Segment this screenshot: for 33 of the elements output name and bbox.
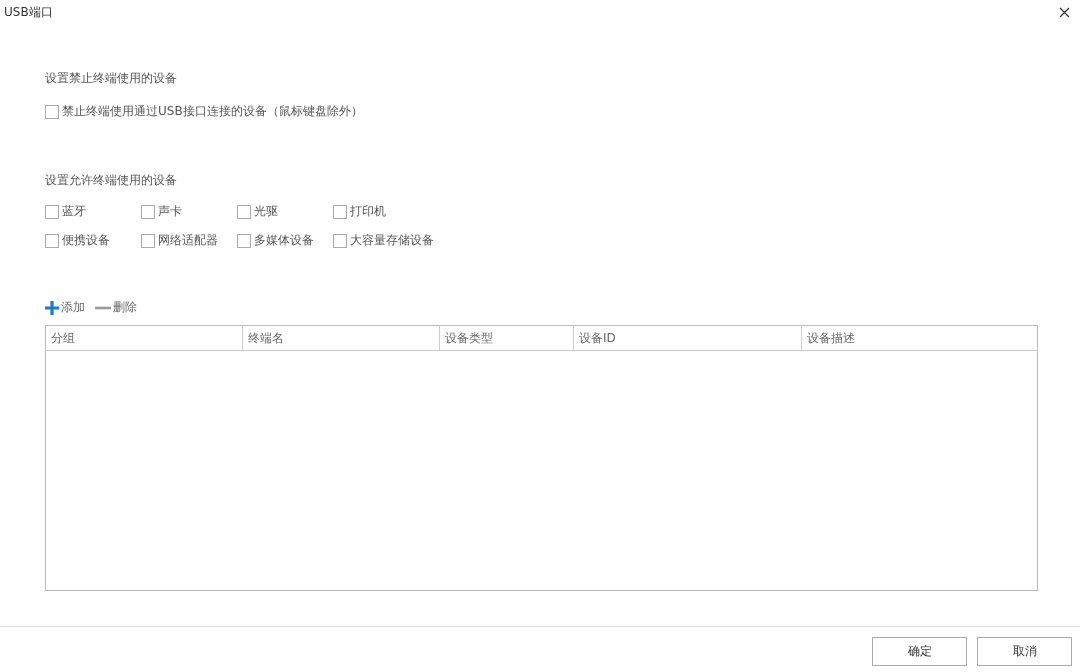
checkbox[interactable] [45,204,59,219]
window-title: USB端口 [4,3,53,21]
checkbox-label: 光驱 [254,203,278,220]
checkbox-label: 便携设备 [62,232,110,249]
add-button[interactable]: 添加 [45,299,85,316]
checkbox[interactable] [333,204,347,219]
checkbox[interactable] [141,204,155,219]
checkbox-label: 多媒体设备 [254,232,314,249]
checkbox-label: 打印机 [350,203,386,220]
checkbox-label: 禁止终端使用通过USB接口连接的设备（鼠标键盘除外） [62,103,363,120]
checkbox[interactable] [141,233,155,248]
checkbox[interactable] [45,104,59,119]
checkbox[interactable] [45,233,59,248]
column-header[interactable]: 终端名 [242,325,440,351]
ok-button[interactable]: 确定 [872,637,967,666]
minus-icon [95,305,111,310]
section-heading: 设置禁止终端使用的设备 [45,70,177,87]
section-heading: 设置允许终端使用的设备 [45,172,177,189]
checkbox[interactable] [333,233,347,248]
close-icon[interactable] [1059,6,1070,18]
checkbox[interactable] [237,204,251,219]
plus-icon [45,300,59,315]
column-header[interactable]: 分组 [45,325,243,351]
checkbox-label: 大容量存储设备 [350,232,434,249]
checkbox-label: 网络适配器 [158,232,218,249]
column-header[interactable]: 设备描述 [801,325,1038,351]
checkbox-label: 声卡 [158,203,182,220]
checkbox[interactable] [237,233,251,248]
column-header[interactable]: 设备类型 [439,325,574,351]
cancel-button[interactable]: 取消 [977,637,1072,666]
column-header[interactable]: 设备ID [573,325,802,351]
remove-button[interactable]: 删除 [95,299,137,316]
checkbox-label: 蓝牙 [62,203,86,220]
